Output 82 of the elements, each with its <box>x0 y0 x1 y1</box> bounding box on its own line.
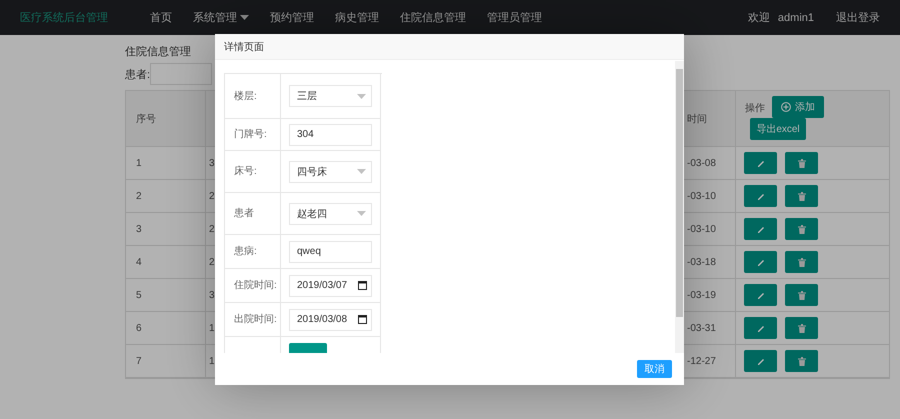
scrollbar[interactable] <box>675 61 684 353</box>
table-cell: -03-10 <box>683 213 736 246</box>
pencil-icon <box>756 159 764 167</box>
caret-icon <box>357 169 366 174</box>
edit-button[interactable] <box>744 284 777 306</box>
table-cell: 1 <box>126 147 206 180</box>
form-label: 出院时间: <box>225 303 281 337</box>
trash-icon <box>798 224 806 234</box>
trash-icon <box>798 258 806 266</box>
select-field[interactable]: 三层 <box>289 85 372 107</box>
pencil-icon <box>756 225 764 233</box>
select-field[interactable]: 四号床 <box>289 160 372 182</box>
trash-icon <box>798 192 806 200</box>
delete-button[interactable] <box>785 284 818 306</box>
form-label: 患病: <box>225 235 281 269</box>
input-field[interactable]: qweq <box>289 240 372 262</box>
pencil-icon <box>756 324 764 332</box>
table-cell: 3 <box>126 213 206 246</box>
edit-button[interactable] <box>744 317 777 339</box>
edit-button[interactable] <box>744 350 777 372</box>
welcome-text: 欢迎 <box>748 10 770 25</box>
column-header: 时间 <box>683 91 736 147</box>
nav-link[interactable]: 住院信息管理 <box>390 10 477 25</box>
edit-button[interactable] <box>744 152 777 174</box>
add-button[interactable]: 添加 <box>772 96 824 118</box>
delete-button[interactable] <box>785 251 818 273</box>
delete-button[interactable] <box>785 185 818 207</box>
nav-link[interactable]: 病史管理 <box>325 10 390 25</box>
nav-link[interactable]: 预约管理 <box>260 10 325 25</box>
edit-button[interactable] <box>744 251 777 273</box>
table-cell: -12-27 <box>683 345 736 378</box>
pencil-icon <box>756 258 764 266</box>
logout-link[interactable]: 退出登录 <box>836 10 880 25</box>
trash-icon <box>798 324 806 332</box>
form-label: 门牌号: <box>225 119 281 151</box>
pencil-icon <box>756 291 764 299</box>
form-label: 床号: <box>225 151 281 193</box>
delete-button[interactable] <box>785 218 818 240</box>
delete-button[interactable] <box>785 317 818 339</box>
username: admin1 <box>778 12 814 24</box>
filter-label: 患者: <box>125 68 150 82</box>
table-cell: 7 <box>126 345 206 378</box>
date-field[interactable]: 2019/03/07 <box>289 274 372 296</box>
nav-link[interactable]: 管理员管理 <box>477 10 553 25</box>
table-cell: -03-31 <box>683 312 736 345</box>
nav-link[interactable]: 系统管理 <box>183 10 260 25</box>
table-cell: -03-19 <box>683 279 736 312</box>
column-header: 序号 <box>126 91 206 147</box>
edit-button[interactable] <box>744 218 777 240</box>
delete-button[interactable] <box>785 350 818 372</box>
nav-link[interactable]: 首页 <box>140 10 183 25</box>
table-cell: 6 <box>126 312 206 345</box>
calendar-icon <box>358 280 367 290</box>
dialog-title: 详情页面 <box>215 34 684 60</box>
caret-icon <box>357 94 366 98</box>
actions-label: 操作 <box>745 102 765 115</box>
delete-button[interactable] <box>785 152 818 174</box>
trash-icon <box>798 290 806 300</box>
pencil-icon <box>756 357 764 365</box>
table-cell: -03-10 <box>683 180 736 213</box>
table-cell: -03-08 <box>683 147 736 180</box>
date-field[interactable]: 2019/03/08 <box>289 308 372 330</box>
caret-icon <box>357 211 366 216</box>
calendar-icon <box>358 314 367 324</box>
select-field[interactable]: 赵老四 <box>289 202 372 224</box>
page-title: 住院信息管理 <box>125 45 191 59</box>
table-cell: 4 <box>126 246 206 279</box>
plus-circle-icon <box>781 102 791 112</box>
form-label: 住院时间: <box>225 269 281 303</box>
brand-title: 医疗系统后台管理 <box>20 10 109 25</box>
pencil-icon <box>756 192 764 200</box>
patient-filter-field[interactable] <box>150 63 212 85</box>
form-label: 患者 <box>225 193 281 235</box>
trash-icon <box>798 356 806 366</box>
export-button[interactable]: 导出excel <box>750 118 806 140</box>
trash-icon <box>798 158 806 168</box>
form-label: 楼层: <box>225 74 281 119</box>
input-field[interactable]: 304 <box>289 124 372 146</box>
edit-button[interactable] <box>744 185 777 207</box>
table-cell: 2 <box>126 180 206 213</box>
table-cell: -03-18 <box>683 246 736 279</box>
table-cell: 5 <box>126 279 206 312</box>
